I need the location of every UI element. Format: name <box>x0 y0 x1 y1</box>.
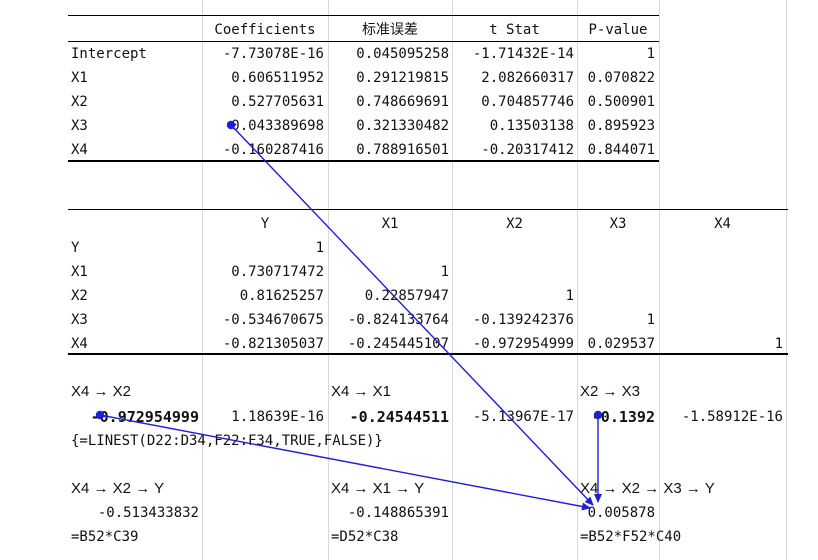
reg-cell[interactable]: 0.070822 <box>577 66 655 90</box>
reg-cell[interactable]: 0.704857746 <box>452 90 574 114</box>
reg-header-t-stat[interactable]: t Stat <box>452 18 577 42</box>
path-label-x4-x2[interactable]: X4 → X2 <box>71 380 201 404</box>
corr-header-y[interactable]: Y <box>202 212 328 236</box>
corr-header-x1[interactable]: X1 <box>328 212 452 236</box>
reg-cell[interactable]: 0.045095258 <box>328 42 449 66</box>
path-label-x4-x1[interactable]: X4 → X1 <box>331 380 451 404</box>
corr-header-x2[interactable]: X2 <box>452 212 577 236</box>
corr-cell[interactable]: -0.821305037 <box>202 332 324 356</box>
linest-formula[interactable]: {=LINEST(D22:D34,F22:F34,TRUE,FALSE)} <box>71 429 451 453</box>
reg-cell[interactable]: 0.606511952 <box>202 66 324 90</box>
table-border-top <box>68 209 788 210</box>
corr-cell[interactable]: 1 <box>659 332 783 356</box>
reg-cell[interactable]: -7.73078E-16 <box>202 42 324 66</box>
corr-cell[interactable]: 1 <box>202 236 324 260</box>
indirect-formula[interactable]: =B52*F52*C40 <box>580 525 780 549</box>
reg-cell[interactable]: 0.788916501 <box>328 138 449 162</box>
path-coef-x4-x2[interactable]: -0.972954999 <box>68 405 199 429</box>
indirect-formula[interactable]: =B52*C39 <box>71 525 201 549</box>
reg-row-label[interactable]: X3 <box>71 114 201 138</box>
reg-cell[interactable]: 2.082660317 <box>452 66 574 90</box>
reg-cell[interactable]: 0.748669691 <box>328 90 449 114</box>
spreadsheet-grid: Coefficients 标准误差 t Stat P-value Interce… <box>0 0 818 560</box>
corr-row-label[interactable]: X1 <box>71 260 201 284</box>
reg-cell[interactable]: 0.13503138 <box>452 114 574 138</box>
reg-row-label[interactable]: X2 <box>71 90 201 114</box>
table-border-top <box>68 15 659 16</box>
reg-row-label[interactable]: X1 <box>71 66 201 90</box>
path-intercept[interactable]: 1.18639E-16 <box>202 405 324 429</box>
column-divider <box>659 0 660 560</box>
path-label-x4-x2-x3-y[interactable]: X4 → X2 → X3 → Y <box>580 477 780 501</box>
reg-cell[interactable]: 0.844071 <box>577 138 655 162</box>
reg-cell[interactable]: 0.321330482 <box>328 114 449 138</box>
corr-row-label[interactable]: X2 <box>71 284 201 308</box>
reg-row-label[interactable]: Intercept <box>71 42 201 66</box>
path-intercept[interactable]: -1.58912E-16 <box>659 405 783 429</box>
path-label-x4-x2-y[interactable]: X4 → X2 → Y <box>71 477 201 501</box>
indirect-effect-value[interactable]: -0.148865391 <box>328 501 449 525</box>
path-coef-x4-x1[interactable]: -0.24544511 <box>328 405 449 429</box>
path-label-x2-x3[interactable]: X2 → X3 <box>580 380 658 404</box>
corr-row-label[interactable]: Y <box>71 236 201 260</box>
indirect-effect-value[interactable]: 0.005878 <box>577 501 655 525</box>
corr-cell[interactable]: 0.81625257 <box>202 284 324 308</box>
corr-row-label[interactable]: X3 <box>71 308 201 332</box>
corr-header-x4[interactable]: X4 <box>659 212 786 236</box>
corr-cell[interactable]: 0.730717472 <box>202 260 324 284</box>
path-intercept[interactable]: -5.13967E-17 <box>452 405 574 429</box>
corr-cell[interactable]: 1 <box>452 284 574 308</box>
corr-row-label[interactable]: X4 <box>71 332 201 356</box>
corr-cell[interactable]: -0.245445107 <box>328 332 449 356</box>
reg-cell[interactable]: -0.160287416 <box>202 138 324 162</box>
corr-cell[interactable]: 1 <box>577 308 655 332</box>
reg-cell[interactable]: 0.500901 <box>577 90 655 114</box>
path-label-x4-x1-y[interactable]: X4 → X1 → Y <box>331 477 451 501</box>
reg-cell[interactable]: 0.895923 <box>577 114 655 138</box>
reg-row-label[interactable]: X4 <box>71 138 201 162</box>
reg-cell[interactable]: 0.527705631 <box>202 90 324 114</box>
corr-cell[interactable]: 0.22857947 <box>328 284 449 308</box>
corr-cell[interactable]: -0.824133764 <box>328 308 449 332</box>
reg-cell[interactable]: 1 <box>577 42 655 66</box>
reg-cell[interactable]: 0.043389698 <box>202 114 324 138</box>
corr-header-x3[interactable]: X3 <box>577 212 659 236</box>
indirect-effect-value[interactable]: -0.513433832 <box>68 501 199 525</box>
corr-cell[interactable]: -0.139242376 <box>452 308 574 332</box>
path-coef-x2-x3[interactable]: -0.1392 <box>577 405 655 429</box>
reg-header-coefficients[interactable]: Coefficients <box>202 18 328 42</box>
reg-cell[interactable]: 0.291219815 <box>328 66 449 90</box>
corr-cell[interactable]: -0.534670675 <box>202 308 324 332</box>
reg-cell[interactable]: -0.20317412 <box>452 138 574 162</box>
column-divider <box>786 0 787 560</box>
reg-header-p-value[interactable]: P-value <box>577 18 659 42</box>
reg-header-std-error[interactable]: 标准误差 <box>328 18 452 42</box>
indirect-formula[interactable]: =D52*C38 <box>331 525 451 549</box>
reg-cell[interactable]: -1.71432E-14 <box>452 42 574 66</box>
corr-cell[interactable]: -0.972954999 <box>452 332 574 356</box>
corr-cell[interactable]: 1 <box>328 260 449 284</box>
corr-cell[interactable]: 0.029537 <box>577 332 655 356</box>
